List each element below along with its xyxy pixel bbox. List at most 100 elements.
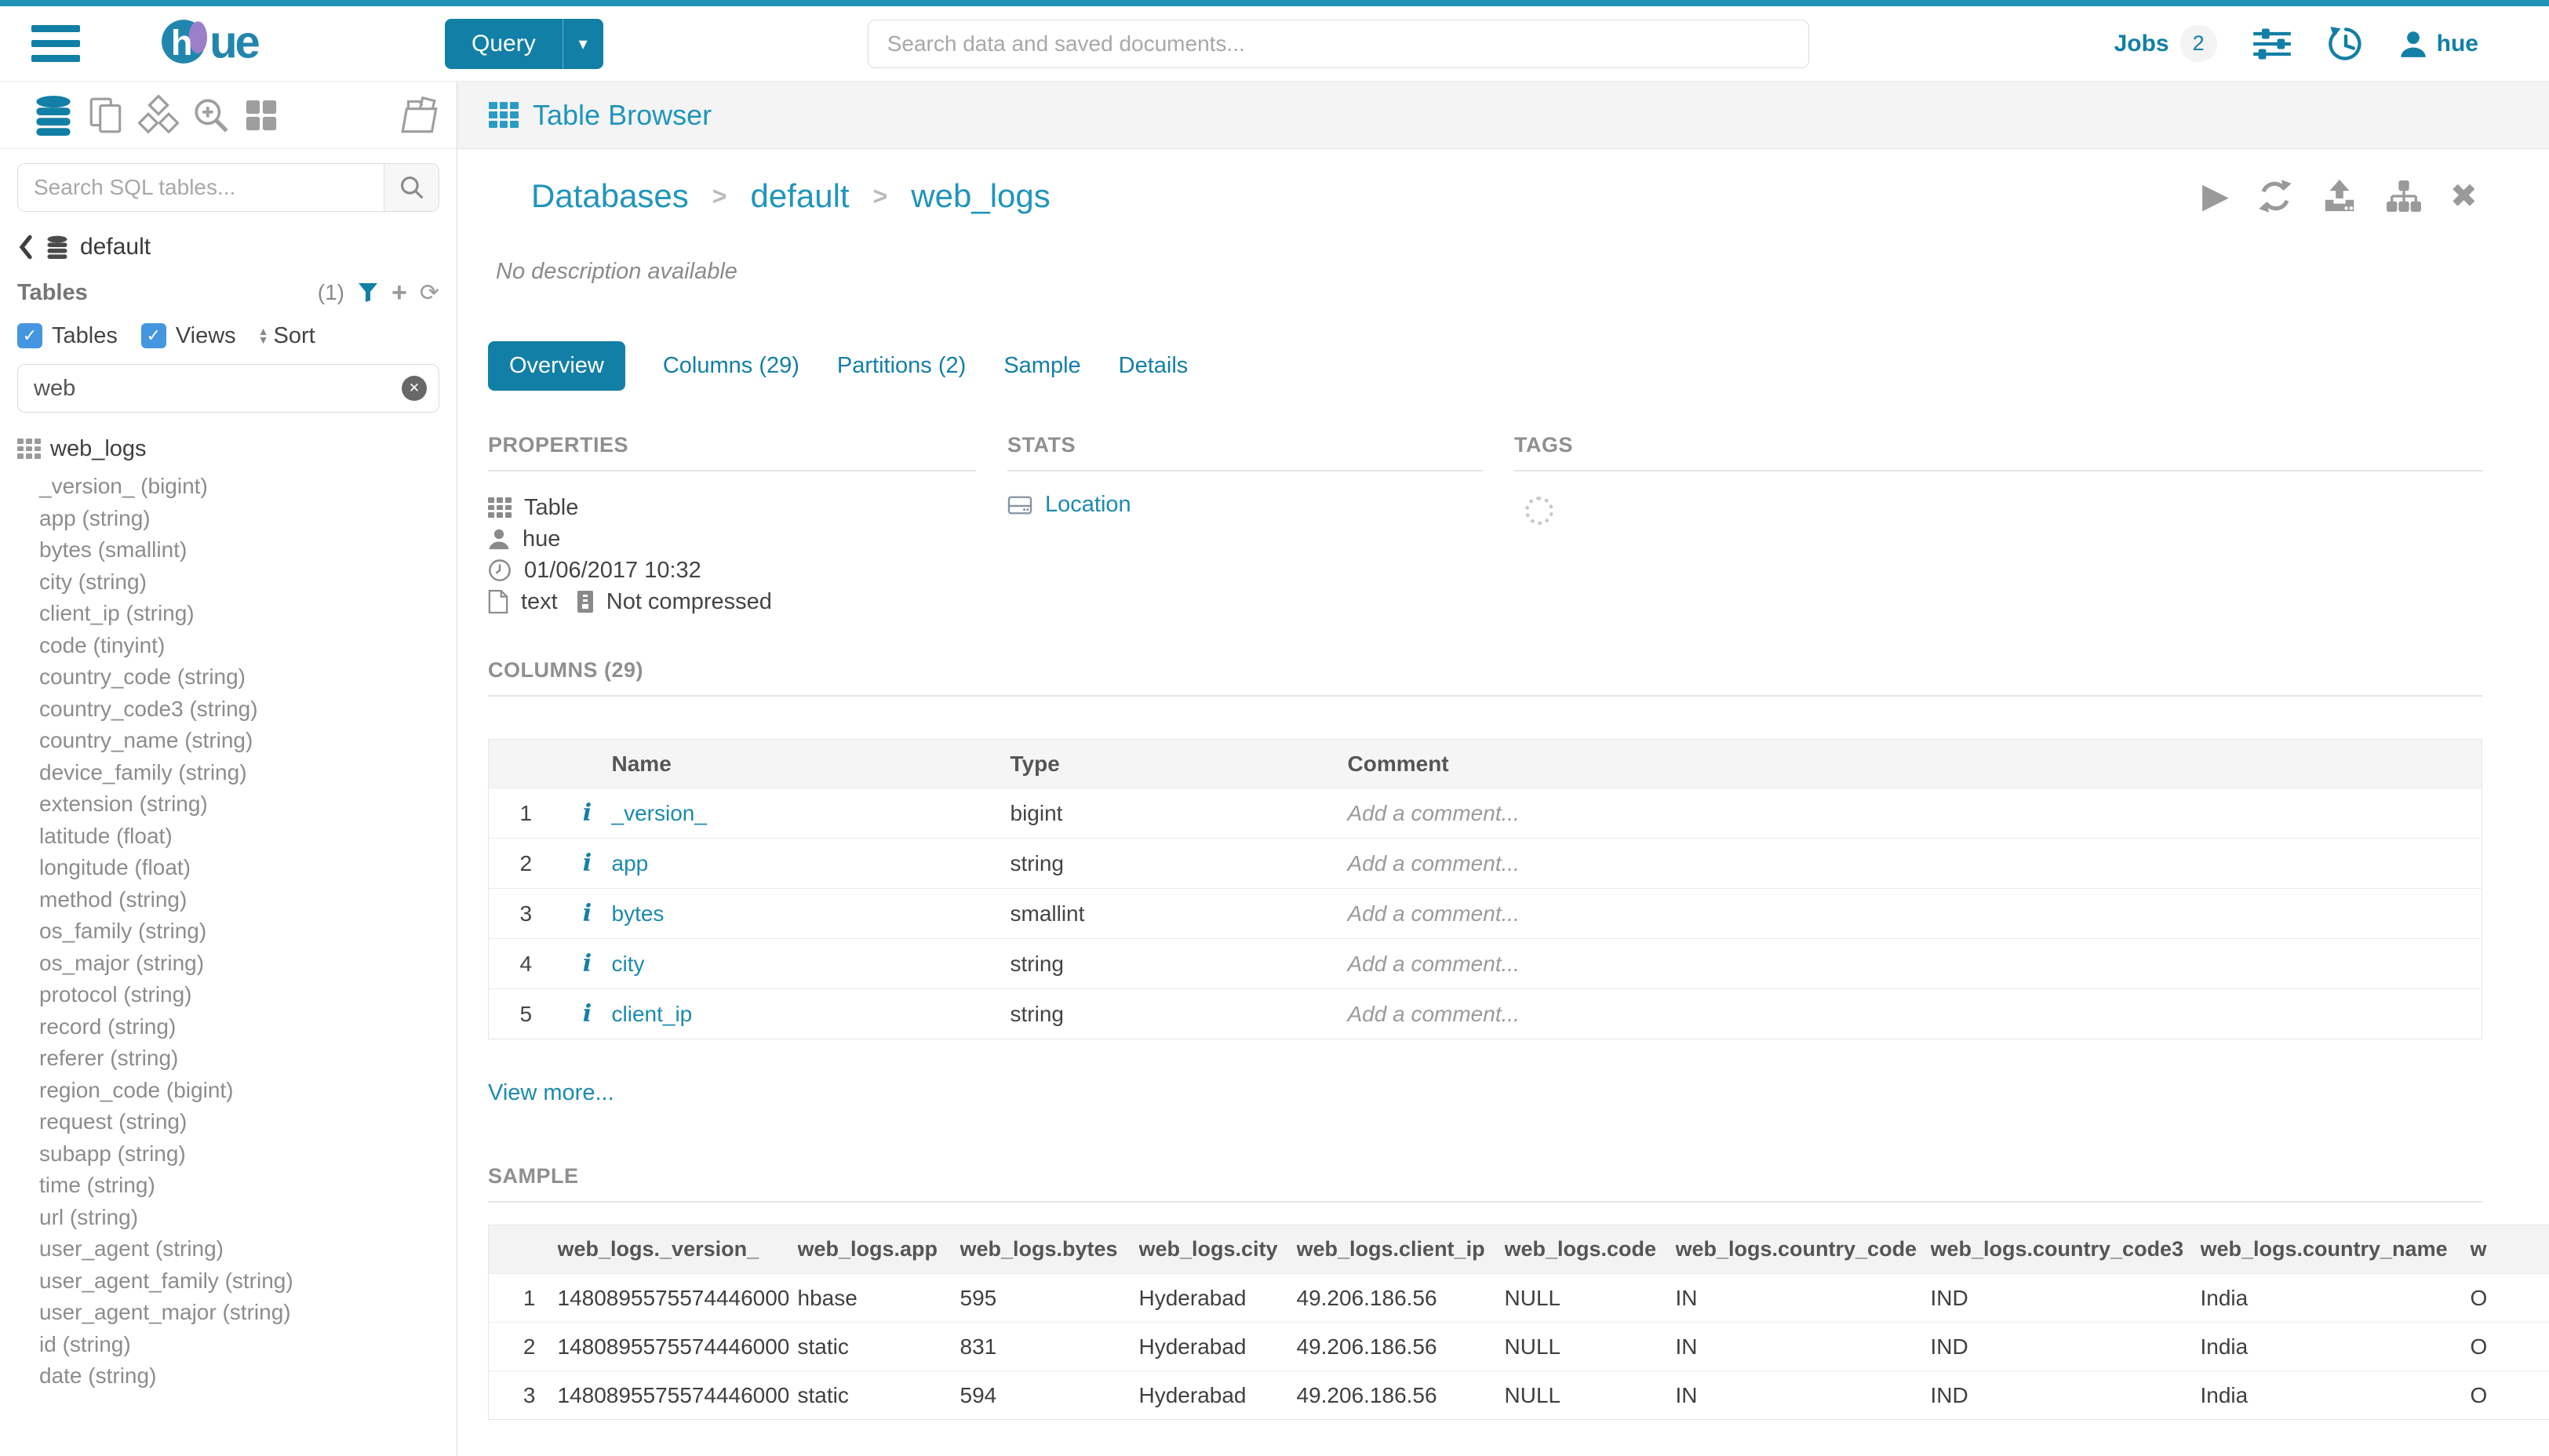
sidebar-table-web-logs[interactable]: web_logs bbox=[17, 433, 439, 464]
sidebar-column-item[interactable]: user_agent_major (string) bbox=[17, 1297, 439, 1329]
query-button[interactable]: Query ▾ bbox=[445, 19, 603, 69]
sidebar-column-item[interactable]: user_agent (string) bbox=[17, 1233, 439, 1265]
jobs-link[interactable]: Jobs 2 bbox=[2114, 25, 2217, 62]
query-button-label[interactable]: Query bbox=[445, 31, 563, 57]
views-checkbox-label[interactable]: Views bbox=[176, 323, 236, 349]
sidebar-column-item[interactable]: date (string) bbox=[17, 1360, 439, 1392]
tab-partitions[interactable]: Partitions (2) bbox=[837, 353, 966, 379]
tab-columns[interactable]: Columns (29) bbox=[663, 353, 799, 379]
sidebar-search-button[interactable] bbox=[384, 164, 439, 211]
views-checkbox[interactable]: ✓ bbox=[141, 323, 166, 348]
plus-icon[interactable]: + bbox=[391, 282, 407, 303]
sidebar-column-item[interactable]: url (string) bbox=[17, 1202, 439, 1234]
sidebar-column-item[interactable]: id (string) bbox=[17, 1329, 439, 1361]
column-name-link[interactable]: client_ip bbox=[612, 1002, 693, 1026]
sidebar-column-item[interactable]: bytes (smallint) bbox=[17, 534, 439, 566]
column-name-link[interactable]: city bbox=[612, 952, 645, 976]
close-icon[interactable]: ✖ bbox=[2450, 180, 2478, 213]
play-icon[interactable]: ▶ bbox=[2202, 179, 2229, 213]
refresh-icon[interactable]: ⟳ bbox=[420, 279, 439, 307]
filter-icon[interactable] bbox=[357, 282, 379, 304]
folder-docs-icon[interactable] bbox=[399, 96, 442, 135]
clear-icon[interactable]: ✕ bbox=[402, 376, 427, 401]
caret-down-icon[interactable]: ▾ bbox=[563, 19, 603, 69]
user-menu[interactable]: hue bbox=[2399, 30, 2478, 58]
sample-cell: NULL bbox=[1505, 1371, 1676, 1420]
sidebar-column-item[interactable]: country_name (string) bbox=[17, 725, 439, 757]
database-icon[interactable] bbox=[33, 95, 74, 136]
table-filter-input[interactable] bbox=[17, 364, 439, 413]
column-name-link[interactable]: app bbox=[612, 851, 649, 875]
sidebar-column-item[interactable]: request (string) bbox=[17, 1106, 439, 1138]
hue-logo[interactable]: h ue bbox=[135, 19, 347, 68]
info-icon[interactable]: i bbox=[583, 850, 592, 877]
column-name-link[interactable]: _version_ bbox=[612, 801, 707, 825]
sidebar-database-breadcrumb[interactable]: default bbox=[17, 234, 439, 260]
sort-control[interactable]: ▲▼ Sort bbox=[258, 323, 315, 349]
refresh-icon[interactable] bbox=[2257, 178, 2293, 214]
sidebar-column-item[interactable]: os_family (string) bbox=[17, 915, 439, 948]
sidebar-column-item[interactable]: protocol (string) bbox=[17, 979, 439, 1011]
upload-icon[interactable] bbox=[2321, 179, 2358, 213]
breadcrumb-default[interactable]: default bbox=[750, 177, 849, 215]
column-name-link[interactable]: bytes bbox=[612, 901, 665, 926]
view-more-link[interactable]: View more... bbox=[488, 1080, 614, 1105]
username-label[interactable]: hue bbox=[2437, 31, 2478, 57]
clock-icon bbox=[488, 559, 512, 582]
sidebar-column-item[interactable]: _version_ (bigint) bbox=[17, 471, 439, 503]
info-icon[interactable]: i bbox=[583, 950, 592, 977]
sitemap-icon[interactable] bbox=[2386, 180, 2422, 213]
documents-icon[interactable] bbox=[86, 96, 126, 135]
sidebar-column-item[interactable]: region_code (bigint) bbox=[17, 1075, 439, 1107]
location-link[interactable]: Location bbox=[1045, 492, 1131, 518]
sidebar-table-name[interactable]: web_logs bbox=[50, 436, 147, 462]
sidebar-column-item[interactable]: extension (string) bbox=[17, 788, 439, 821]
tab-sample[interactable]: Sample bbox=[1003, 353, 1080, 379]
breadcrumb-separator: > bbox=[712, 182, 727, 211]
sidebar-column-item[interactable]: referer (string) bbox=[17, 1043, 439, 1075]
sort-label[interactable]: Sort bbox=[274, 323, 315, 349]
history-icon[interactable] bbox=[2327, 25, 2365, 63]
sliders-icon[interactable] bbox=[2252, 27, 2292, 61]
breadcrumb-web-logs[interactable]: web_logs bbox=[911, 177, 1050, 215]
sidebar-search-input[interactable] bbox=[18, 164, 384, 211]
jobs-label[interactable]: Jobs bbox=[2114, 31, 2169, 57]
sidebar-column-item[interactable]: client_ip (string) bbox=[17, 598, 439, 630]
sidebar-column-item[interactable]: longitude (float) bbox=[17, 852, 439, 884]
sample-table-row: 21480895575574446000static831Hyderabad49… bbox=[489, 1323, 2549, 1371]
sidebar-column-item[interactable]: country_code (string) bbox=[17, 661, 439, 693]
column-comment-placeholder[interactable]: Add a comment... bbox=[1348, 989, 2482, 1039]
zoom-plus-icon[interactable] bbox=[191, 96, 231, 135]
sidebar-column-item[interactable]: os_major (string) bbox=[17, 948, 439, 980]
sidebar-column-item[interactable]: subapp (string) bbox=[17, 1138, 439, 1170]
sidebar-column-item[interactable]: code (tinyint) bbox=[17, 630, 439, 662]
database-name[interactable]: default bbox=[80, 234, 151, 260]
sidebar-column-item[interactable]: country_code3 (string) bbox=[17, 693, 439, 726]
column-comment-placeholder[interactable]: Add a comment... bbox=[1348, 889, 2482, 939]
info-icon[interactable]: i bbox=[583, 1000, 592, 1028]
hamburger-icon[interactable] bbox=[31, 25, 80, 62]
global-search-input[interactable] bbox=[868, 20, 1809, 68]
sidebar-column-item[interactable]: city (string) bbox=[17, 566, 439, 599]
sidebar-column-item[interactable]: record (string) bbox=[17, 1011, 439, 1043]
sidebar-column-item[interactable]: user_agent_family (string) bbox=[17, 1265, 439, 1298]
sidebar-column-item[interactable]: device_family (string) bbox=[17, 757, 439, 789]
app-title-bar: Table Browser bbox=[457, 82, 2549, 149]
tables-checkbox-label[interactable]: Tables bbox=[52, 323, 118, 349]
sidebar-column-item[interactable]: time (string) bbox=[17, 1170, 439, 1202]
info-icon[interactable]: i bbox=[583, 900, 592, 927]
sidebar-column-item[interactable]: app (string) bbox=[17, 503, 439, 535]
info-icon[interactable]: i bbox=[583, 799, 592, 827]
tab-overview[interactable]: Overview bbox=[488, 341, 625, 391]
column-comment-placeholder[interactable]: Add a comment... bbox=[1348, 788, 2482, 839]
column-comment-placeholder[interactable]: Add a comment... bbox=[1348, 839, 2482, 889]
grid-icon[interactable] bbox=[243, 97, 279, 133]
tables-checkbox[interactable]: ✓ bbox=[17, 323, 42, 348]
sidebar-column-item[interactable]: latitude (float) bbox=[17, 821, 439, 853]
sidebar-column-item[interactable]: method (string) bbox=[17, 884, 439, 916]
breadcrumb-databases[interactable]: Databases bbox=[531, 177, 689, 215]
sample-column-header: web_logs.country_code bbox=[1676, 1225, 1931, 1274]
cubes-icon[interactable] bbox=[138, 95, 179, 136]
tab-details[interactable]: Details bbox=[1119, 353, 1189, 379]
column-comment-placeholder[interactable]: Add a comment... bbox=[1348, 939, 2482, 989]
